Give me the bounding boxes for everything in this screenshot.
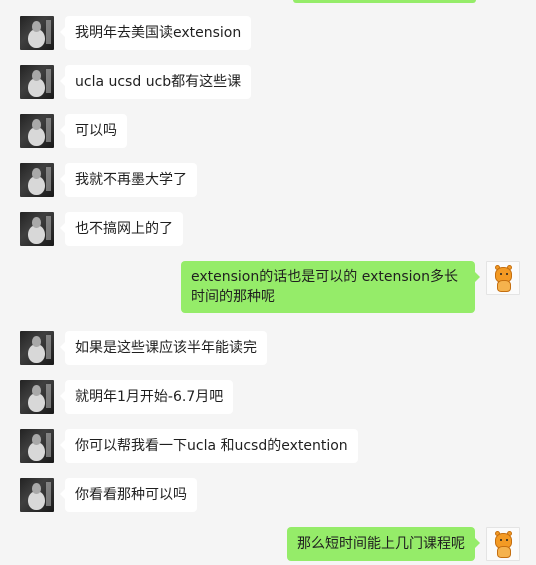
- message-bubble: 可以吗: [60, 114, 127, 148]
- tiger-avatar[interactable]: [486, 261, 520, 295]
- message-bubble: extension的话也是可以的 extension多长时间的那种呢: [181, 261, 480, 313]
- message-text: 那么短时间能上几门课程呢: [297, 536, 465, 552]
- message-text: 如果是这些课应该半年能读完: [75, 340, 257, 356]
- chat-message-8: 就明年1月开始-6.7月吧: [20, 380, 234, 414]
- chat-message-3: 可以吗: [20, 114, 127, 148]
- message-text: 我就不再墨大学了: [75, 172, 187, 188]
- message-bubble: 也不搞网上的了: [60, 212, 183, 246]
- tiger-eye-left: [500, 273, 502, 275]
- message-text: 我明年去美国读extension: [75, 25, 242, 41]
- partial-outgoing-message-bubble: [293, 0, 476, 3]
- message-text: 就明年1月开始-6.7月吧: [75, 389, 224, 405]
- tiger-body: [497, 546, 511, 558]
- chat-message-4: 我就不再墨大学了: [20, 163, 197, 197]
- message-text: extension的话也是可以的 extension多长时间的那种呢: [191, 269, 458, 305]
- user-avatar[interactable]: [20, 331, 54, 365]
- chat-message-5: 也不搞网上的了: [20, 212, 183, 246]
- message-bubble: 你看看那种可以吗: [60, 478, 197, 512]
- message-text: 你看看那种可以吗: [75, 487, 187, 503]
- chat-window: 我明年去美国读extension ucla ucsd ucb都有这些课 可以吗 …: [0, 0, 536, 565]
- message-bubble: 我明年去美国读extension: [59, 16, 252, 50]
- user-avatar[interactable]: [20, 114, 54, 148]
- tiger-avatar[interactable]: [486, 527, 520, 561]
- message-text: 可以吗: [75, 123, 117, 139]
- chat-message-10: 你看看那种可以吗: [20, 478, 197, 512]
- user-avatar[interactable]: [20, 16, 54, 50]
- message-bubble: 你可以帮我看一下ucla 和ucsd的extention: [60, 429, 358, 463]
- user-avatar[interactable]: [20, 380, 54, 414]
- message-bubble: 那么短时间能上几门课程呢: [287, 527, 480, 561]
- chat-message-11: 那么短时间能上几门课程呢: [287, 527, 520, 561]
- message-bubble: 如果是这些课应该半年能读完: [60, 331, 267, 365]
- chat-message-6: extension的话也是可以的 extension多长时间的那种呢: [181, 261, 520, 313]
- user-avatar[interactable]: [20, 478, 54, 512]
- tiger-body: [497, 280, 511, 292]
- user-avatar[interactable]: [20, 163, 54, 197]
- message-bubble: 我就不再墨大学了: [60, 163, 197, 197]
- chat-message-9: 你可以帮我看一下ucla 和ucsd的extention: [20, 429, 358, 463]
- tiger-eye-right: [506, 273, 508, 275]
- chat-message-2: ucla ucsd ucb都有这些课: [20, 65, 252, 99]
- user-avatar[interactable]: [20, 212, 54, 246]
- message-text: 也不搞网上的了: [75, 221, 173, 237]
- user-avatar[interactable]: [20, 429, 54, 463]
- message-text: ucla ucsd ucb都有这些课: [75, 74, 242, 90]
- tiger-eye-left: [500, 539, 502, 541]
- message-bubble: ucla ucsd ucb都有这些课: [59, 65, 252, 99]
- user-avatar[interactable]: [20, 65, 54, 99]
- message-text: 你可以帮我看一下ucla 和ucsd的extention: [75, 438, 348, 454]
- tiger-eye-right: [506, 539, 508, 541]
- chat-message-7: 如果是这些课应该半年能读完: [20, 331, 267, 365]
- message-bubble: 就明年1月开始-6.7月吧: [59, 380, 234, 414]
- chat-message-1: 我明年去美国读extension: [20, 16, 252, 50]
